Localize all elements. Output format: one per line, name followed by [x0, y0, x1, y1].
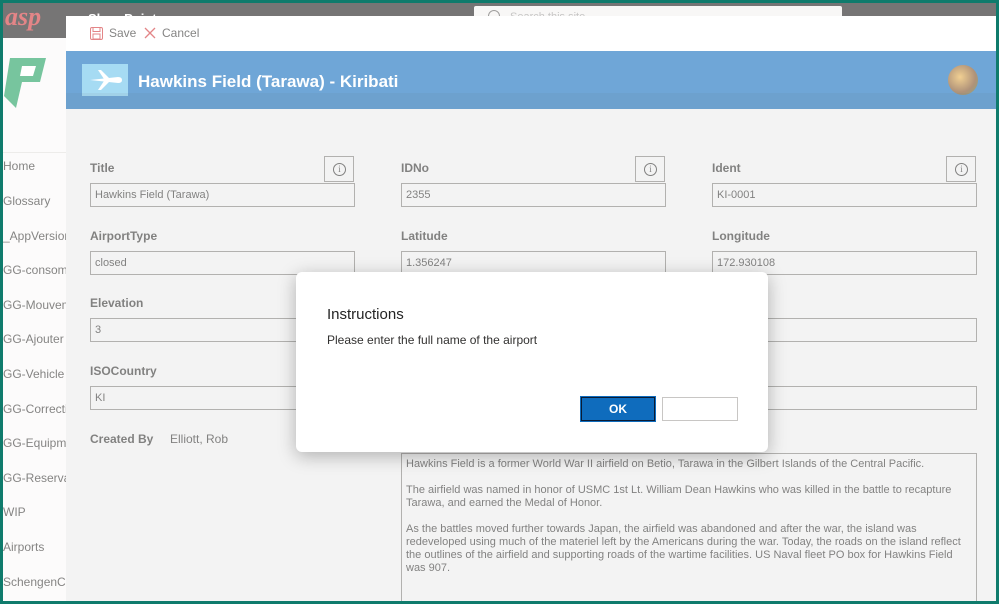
- dialog-message: Please enter the full name of the airpor…: [327, 333, 538, 347]
- ok-button[interactable]: OK: [580, 396, 656, 422]
- dialog-title: Instructions: [327, 306, 404, 323]
- instructions-dialog: Instructions Please enter the full name …: [296, 272, 768, 452]
- dialog-secondary-button[interactable]: [662, 397, 738, 421]
